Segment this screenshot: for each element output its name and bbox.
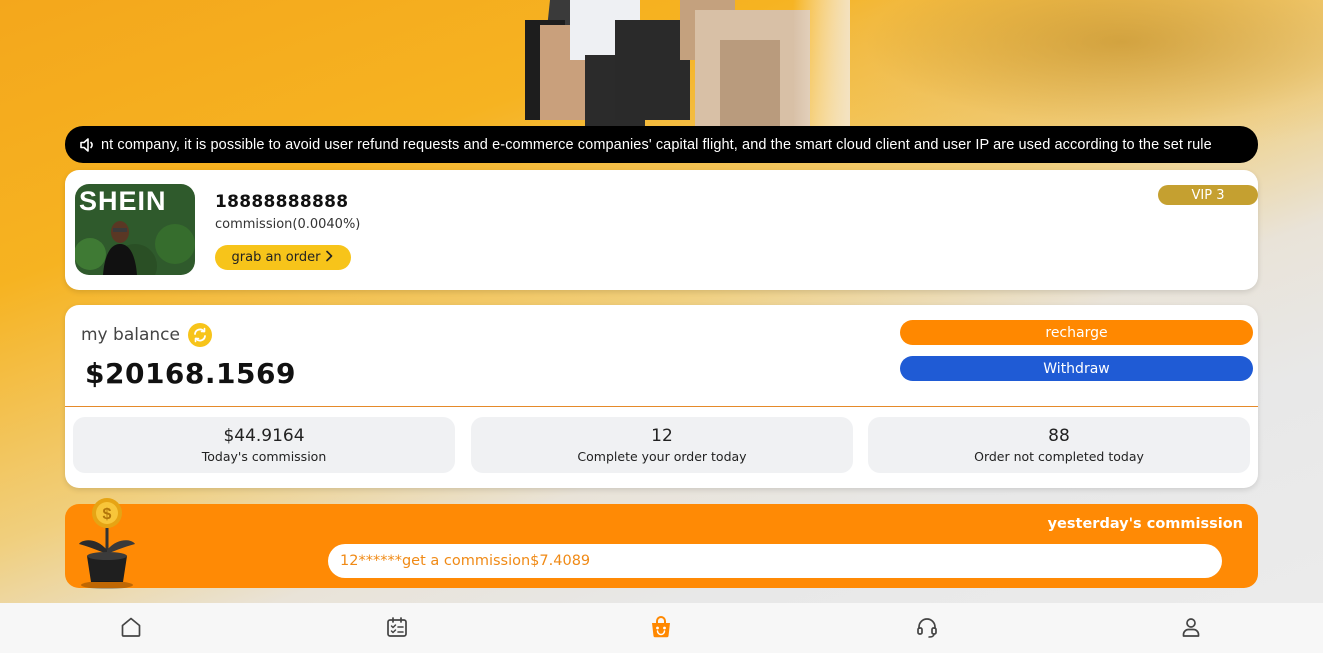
stat-label: Complete your order today [577, 449, 747, 464]
headset-icon [915, 615, 939, 643]
recharge-button[interactable]: recharge [900, 320, 1253, 345]
balance-label-row: my balance [81, 323, 212, 347]
yesterday-commission-card: $ yesterday's commission 12******get a c… [65, 498, 1258, 589]
stat-label: Order not completed today [974, 449, 1144, 464]
commission-rate: commission(0.0040%) [215, 217, 361, 232]
stat-label: Today's commission [201, 449, 327, 464]
tab-profile[interactable] [1178, 616, 1204, 642]
calendar-checklist-icon [385, 615, 409, 643]
balance-card: my balance $20168.1569 recharge Withdraw… [65, 305, 1258, 488]
home-icon [119, 615, 143, 643]
money-plant-icon: $ [75, 498, 139, 590]
user-phone: 18888888888 [215, 192, 349, 212]
refresh-icon[interactable] [187, 323, 212, 347]
profile-card: SHEIN 18888888888 commission(0.0040%) gr… [65, 170, 1258, 290]
grab-order-label: grab an order [231, 250, 321, 265]
vip-badge: VIP 3 [1158, 185, 1258, 205]
tab-home[interactable] [118, 616, 144, 642]
withdraw-button[interactable]: Withdraw [900, 356, 1253, 381]
balance-amount: $20168.1569 [85, 357, 296, 390]
bottom-tab-bar [0, 603, 1323, 653]
grab-order-button[interactable]: grab an order [215, 245, 351, 270]
hero-shopping-image [470, 0, 850, 128]
notice-text: nt company, it is possible to avoid user… [101, 136, 1212, 153]
stat-completed-orders: 12 Complete your order today [471, 417, 853, 473]
yesterday-commission-title: yesterday's commission [1047, 516, 1243, 532]
svg-text:$: $ [103, 506, 112, 523]
speaker-icon [79, 136, 97, 154]
balance-label: my balance [81, 325, 180, 345]
stat-uncompleted-orders: 88 Order not completed today [868, 417, 1250, 473]
tab-grab-order[interactable] [648, 616, 674, 642]
tab-support[interactable] [914, 616, 940, 642]
commission-ticker: 12******get a commission$7.4089 [328, 544, 1222, 578]
chevron-right-icon [324, 250, 334, 266]
tab-orders[interactable] [384, 616, 410, 642]
user-icon [1179, 615, 1203, 643]
shopping-bag-icon [648, 614, 674, 644]
avatar[interactable]: SHEIN [75, 184, 195, 275]
notice-marquee: nt company, it is possible to avoid user… [65, 126, 1258, 163]
stat-value: 88 [1048, 426, 1070, 446]
svg-text:SHEIN: SHEIN [79, 186, 167, 216]
stat-value: 12 [651, 426, 673, 446]
divider [65, 406, 1258, 407]
stat-todays-commission: $44.9164 Today's commission [73, 417, 455, 473]
hero-background [820, 0, 1323, 140]
stat-value: $44.9164 [223, 426, 305, 446]
